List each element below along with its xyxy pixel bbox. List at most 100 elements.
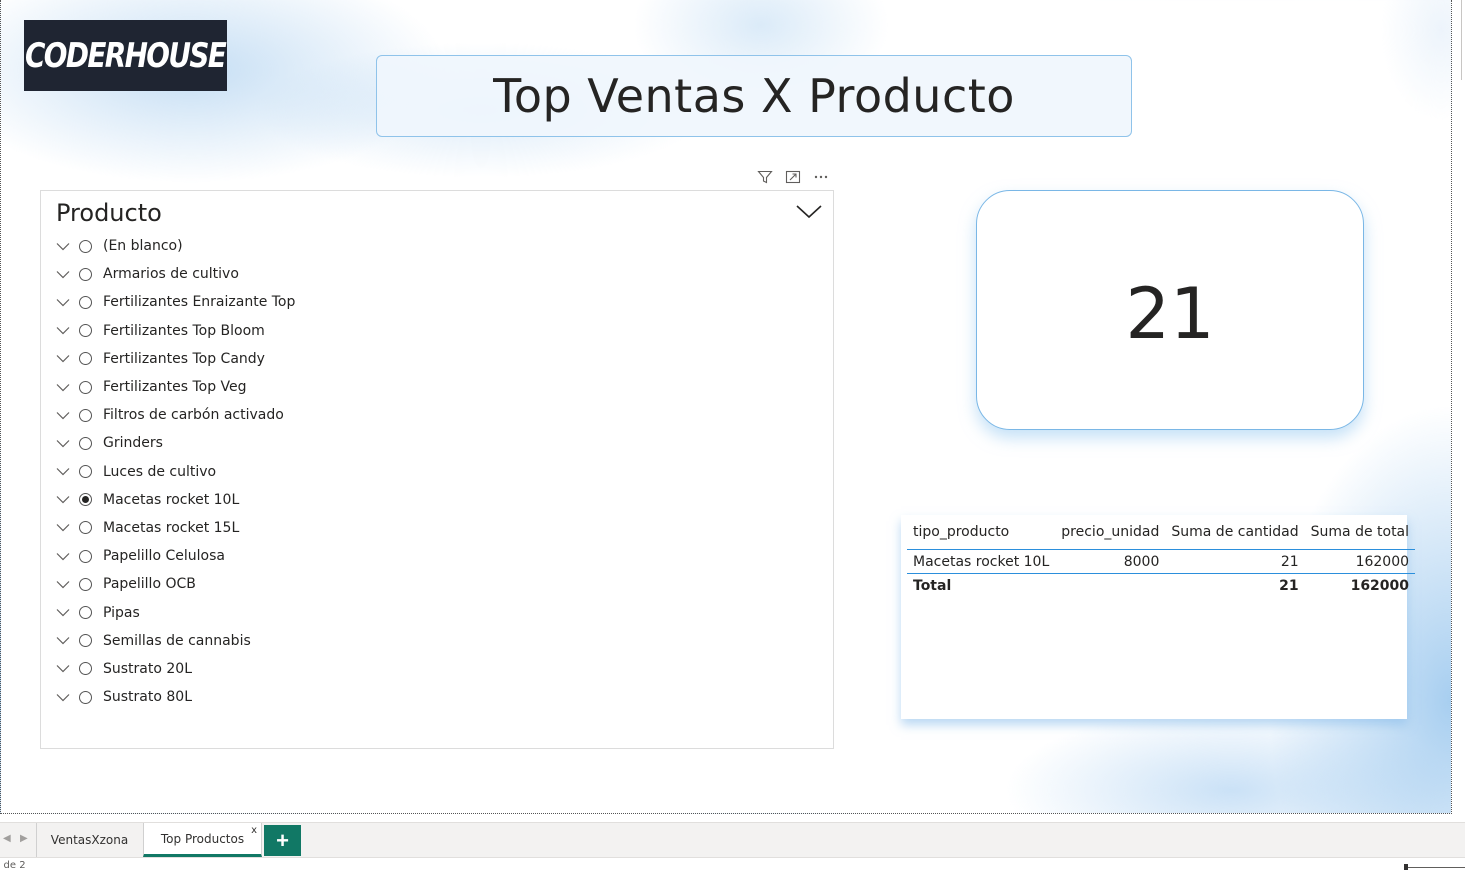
- total-label: Total: [913, 577, 952, 594]
- slicer-item[interactable]: Grinders: [55, 429, 295, 457]
- slicer-item[interactable]: Filtros de carbón activado: [55, 401, 295, 429]
- expand-chevron-icon[interactable]: [55, 608, 71, 618]
- slicer-item-label: Papelillo OCB: [103, 576, 196, 593]
- column-header[interactable]: tipo_producto: [907, 515, 1056, 550]
- column-header[interactable]: Suma de cantidad: [1165, 515, 1305, 550]
- slicer-radio[interactable]: [79, 662, 92, 676]
- page-indicator: 2 de 2: [0, 860, 26, 871]
- prev-page-arrow-icon[interactable]: ◀: [3, 833, 11, 844]
- expand-chevron-icon[interactable]: [55, 438, 71, 448]
- slicer-item[interactable]: Macetas rocket 15L: [55, 514, 295, 542]
- slicer-item-label: Luces de cultivo: [103, 463, 217, 480]
- page-title: Top Ventas X Producto: [493, 69, 1015, 123]
- slicer-item[interactable]: Sustrato 80L: [55, 683, 295, 711]
- expand-chevron-icon[interactable]: [55, 269, 71, 279]
- card-value: 21: [1125, 273, 1215, 355]
- sales-table: tipo_producto precio_unidad Suma de cant…: [907, 515, 1416, 598]
- table-cell: 21: [1165, 549, 1305, 574]
- slicer-radio[interactable]: [79, 380, 92, 394]
- coderhouse-logo: CODERHOUSE: [24, 20, 227, 91]
- slicer-radio[interactable]: [79, 577, 92, 591]
- column-header[interactable]: precio_unidad: [1055, 515, 1166, 550]
- report-title-box: Top Ventas X Producto: [376, 55, 1132, 137]
- visual-header: [756, 168, 830, 186]
- tab-top-productos[interactable]: Top Productos x: [143, 823, 262, 857]
- slicer-item[interactable]: Fertilizantes Enraizante Top: [55, 288, 295, 316]
- slicer-item[interactable]: Fertilizantes Top Bloom: [55, 317, 295, 345]
- quantity-card: 21: [976, 190, 1364, 430]
- slicer-item-label: Grinders: [103, 435, 163, 452]
- tab-label: VentasXzona: [50, 833, 129, 847]
- slicer-radio[interactable]: [79, 634, 92, 648]
- expand-chevron-icon[interactable]: [55, 241, 71, 251]
- slicer-radio[interactable]: [79, 521, 92, 535]
- slicer-radio[interactable]: [79, 267, 92, 281]
- expand-chevron-icon[interactable]: [55, 523, 71, 533]
- table-cell: [1055, 574, 1165, 598]
- expand-chevron-icon[interactable]: [55, 579, 71, 589]
- slicer-radio[interactable]: [79, 690, 92, 704]
- slicer-item[interactable]: Semillas de cannabis: [55, 627, 295, 655]
- slicer-radio[interactable]: [79, 295, 92, 309]
- table-total-row: Total 21 162000: [907, 574, 1415, 598]
- expand-chevron-icon[interactable]: [55, 692, 71, 702]
- close-tab-icon[interactable]: x: [251, 825, 257, 836]
- expand-chevron-icon[interactable]: [55, 664, 71, 674]
- expand-chevron-icon[interactable]: [55, 326, 71, 336]
- slicer-item-label: Fertilizantes Top Veg: [103, 379, 247, 396]
- slicer-item[interactable]: Papelillo Celulosa: [55, 542, 295, 570]
- focus-mode-icon[interactable]: [784, 168, 802, 186]
- slicer-item[interactable]: (En blanco): [55, 232, 295, 260]
- expand-chevron-icon[interactable]: [55, 382, 71, 392]
- add-page-button[interactable]: +: [264, 825, 301, 856]
- more-options-icon[interactable]: [812, 168, 830, 186]
- column-header[interactable]: Suma de total: [1304, 515, 1416, 550]
- slicer-item-label: (En blanco): [103, 238, 183, 255]
- sales-table-visual: tipo_producto precio_unidad Suma de cant…: [901, 515, 1416, 719]
- slicer-radio[interactable]: [79, 436, 92, 450]
- slicer-item[interactable]: Fertilizantes Top Candy: [55, 345, 295, 373]
- zoom-slider-track[interactable]: [1408, 867, 1465, 868]
- slicer-item[interactable]: Sustrato 20L: [55, 655, 295, 683]
- slicer-radio[interactable]: [79, 239, 92, 253]
- tab-label: Top Productos: [160, 831, 245, 846]
- slicer-radio[interactable]: [79, 352, 92, 366]
- logo-text: CODERHOUSE: [25, 35, 227, 76]
- slicer-radio[interactable]: [79, 493, 92, 507]
- slicer-radio[interactable]: [79, 465, 92, 479]
- slicer-radio[interactable]: [79, 324, 92, 338]
- slicer-item-label: Fertilizantes Top Candy: [103, 350, 265, 367]
- expand-chevron-icon[interactable]: [55, 636, 71, 646]
- slicer-radio[interactable]: [79, 606, 92, 620]
- expand-chevron-icon[interactable]: [55, 410, 71, 420]
- slicer-item-label: Filtros de carbón activado: [103, 407, 284, 424]
- filter-icon[interactable]: [756, 168, 774, 186]
- tab-ventasxzona[interactable]: VentasXzona: [36, 823, 142, 857]
- slicer-item[interactable]: Papelillo OCB: [55, 570, 295, 598]
- expand-chevron-icon[interactable]: [55, 354, 71, 364]
- slicer-item-label: Sustrato 20L: [103, 660, 192, 677]
- slicer-dropdown-button[interactable]: [795, 201, 823, 221]
- next-page-arrow-icon[interactable]: ▶: [20, 833, 28, 844]
- slicer-item-label: Papelillo Celulosa: [103, 548, 225, 565]
- table-cell: 8000: [1055, 549, 1166, 574]
- chevron-down-icon: [796, 205, 822, 219]
- slicer-item[interactable]: Fertilizantes Top Veg: [55, 373, 295, 401]
- slicer-item[interactable]: Luces de cultivo: [55, 458, 295, 486]
- slicer-radio[interactable]: [79, 549, 92, 563]
- table-row[interactable]: Macetas rocket 10L 8000 21 162000: [907, 549, 1416, 574]
- slicer-item-label: Fertilizantes Top Bloom: [103, 322, 265, 339]
- expand-chevron-icon[interactable]: [55, 495, 71, 505]
- slicer-list: (En blanco) Armarios de cultivo Fertilizan…: [55, 232, 295, 711]
- expand-chevron-icon[interactable]: [55, 297, 71, 307]
- slicer-radio[interactable]: [79, 408, 92, 422]
- slicer-item[interactable]: Armarios de cultivo: [55, 260, 295, 288]
- expand-chevron-icon[interactable]: [55, 467, 71, 477]
- slicer-item[interactable]: Macetas rocket 10L: [55, 486, 295, 514]
- total-cell: 21: [1279, 577, 1299, 594]
- total-cell: 162000: [1350, 577, 1410, 594]
- slicer-item[interactable]: Pipas: [55, 598, 295, 626]
- expand-chevron-icon[interactable]: [55, 551, 71, 561]
- table-cell: Macetas rocket 10L: [907, 549, 1056, 574]
- zoom-slider-thumb[interactable]: [1404, 864, 1408, 870]
